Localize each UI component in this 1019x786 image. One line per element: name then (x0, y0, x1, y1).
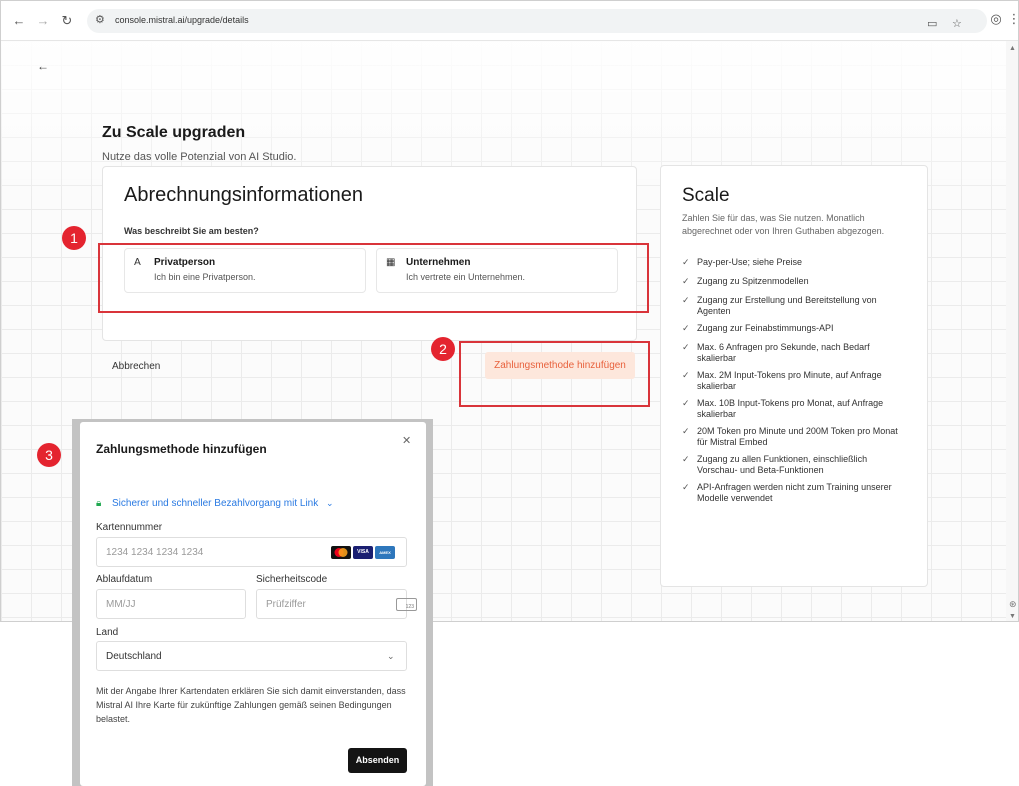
url-text: console.mistral.ai/upgrade/details (115, 15, 249, 25)
billing-question: Was beschreibt Sie am besten? (124, 226, 259, 236)
check-icon: ✓ (682, 295, 690, 305)
page-scrollbar[interactable] (1006, 41, 1018, 621)
feature-item: ✓ Max. 10B Input-Tokens pro Monat, auf An… (682, 398, 910, 420)
check-icon: ✓ (682, 342, 690, 352)
feature-text: Max. 2M Input-Tokens pro Minute, auf Anf… (697, 370, 882, 391)
feature-text: Zugang zu allen Funktionen, einschließli… (697, 454, 868, 475)
visa-icon: VISA (353, 546, 373, 559)
link-checkout-label[interactable]: Sicherer und schneller Bezahlvorgang mit… (112, 498, 318, 509)
submit-button[interactable]: Absenden (348, 748, 407, 773)
scroll-down-icon[interactable]: ▼ (1009, 613, 1016, 620)
consent-text: Mit der Angabe Ihrer Kartendaten erkläre… (96, 686, 406, 724)
feature-text: API-Anfragen werden nicht zum Training u… (697, 482, 892, 503)
expiry-placeholder: MM/JJ (106, 599, 136, 610)
modal-title: Zahlungsmethode hinzufügen (96, 442, 267, 456)
check-icon: ✓ (682, 482, 690, 492)
check-icon: ✓ (682, 454, 690, 464)
feature-text: Zugang zu Spitzenmodellen (697, 276, 809, 286)
help-icon[interactable]: ⊛ (1009, 599, 1017, 610)
feature-text: Max. 6 Anfragen pro Sekunde, nach Bedarf… (697, 342, 870, 363)
scroll-up-icon[interactable]: ▲ (1009, 45, 1016, 52)
annotation-badge-1: 1 (62, 226, 86, 250)
feature-text: Zugang zur Erstellung und Bereitstellung… (697, 295, 877, 316)
check-icon: ✓ (682, 257, 690, 267)
page-back-arrow-icon[interactable]: ← (37, 59, 49, 73)
check-icon: ✓ (682, 323, 690, 333)
feature-item: ✓ API-Anfragen werden nicht zum Training … (682, 482, 910, 504)
feature-item: ✓ Zugang zu Spitzenmodellen (682, 276, 910, 287)
feature-text: Zugang zur Feinabstimmungs-API (697, 323, 834, 333)
scale-description: Zahlen Sie für das, was Sie nutzen. Mona… (682, 213, 885, 236)
feature-item: ✓ Max. 6 Anfragen pro Sekunde, nach Bedar… (682, 342, 910, 364)
billing-title: Abrechnungsinformationen (124, 184, 364, 206)
scale-title: Scale (682, 185, 730, 206)
cvc-card-icon: 123 (396, 598, 417, 611)
check-icon: ✓ (682, 370, 690, 380)
menu-dots-icon[interactable]: ⋮ (1006, 11, 1019, 27)
card-number-placeholder: 1234 1234 1234 1234 (106, 547, 204, 558)
browser-toolbar: ← → ↻ ⚙ console.mistral.ai/upgrade/detai… (1, 1, 1019, 41)
cvc-label: Sicherheitscode (256, 574, 328, 585)
mastercard-icon (331, 546, 351, 559)
chevron-down-icon[interactable]: ⌄ (326, 498, 334, 509)
card-number-field[interactable]: 1234 1234 1234 1234 VISA AMEX (96, 537, 407, 567)
forward-arrow-icon[interactable]: → (35, 13, 51, 29)
reload-icon[interactable]: ↻ (59, 13, 75, 29)
feature-item: ✓ Zugang zur Erstellung und Bereitstellun… (682, 295, 910, 317)
scale-plan-card: Scale Zahlen Sie für das, was Sie nutzen… (660, 165, 928, 587)
feature-item: ✓ Max. 2M Input-Tokens pro Minute, auf An… (682, 370, 910, 392)
country-label: Land (96, 627, 119, 638)
card-number-label: Kartennummer (96, 522, 163, 533)
chevron-down-icon: ⌄ (387, 651, 395, 661)
feature-item: ✓ Zugang zur Feinabstimmungs-API (682, 323, 910, 334)
feature-text: Max. 10B Input-Tokens pro Monat, auf Anf… (697, 398, 884, 419)
cvc-field[interactable]: Prüfziffer 123 (256, 589, 417, 619)
bookmark-star-icon[interactable]: ☆ (952, 17, 962, 30)
feature-text: 20M Token pro Minute und 200M Token pro … (697, 426, 898, 447)
payment-modal: Zahlungsmethode hinzufügen ✕ 🔒︎ Sicherer… (80, 422, 426, 786)
back-arrow-icon[interactable]: ← (11, 13, 27, 29)
profile-icon[interactable]: ◎ (988, 11, 1004, 27)
annotation-rect-2 (459, 341, 650, 407)
annotation-badge-3: 3 (37, 443, 61, 467)
check-icon: ✓ (682, 276, 690, 286)
expiry-field[interactable]: MM/JJ (96, 589, 246, 619)
check-icon: ✓ (682, 398, 690, 408)
check-icon: ✓ (682, 426, 690, 436)
annotation-rect-1 (98, 243, 649, 313)
expiry-label: Ablaufdatum (96, 574, 153, 585)
amex-icon: AMEX (375, 546, 395, 559)
annotation-badge-2: 2 (431, 337, 455, 361)
page-title: Zu Scale upgraden (102, 124, 246, 141)
feature-item: ✓ 20M Token pro Minute und 200M Token pro… (682, 426, 910, 448)
cancel-button[interactable]: Abbrechen (112, 361, 160, 372)
feature-text: Pay-per-Use; siehe Preise (697, 257, 803, 267)
lock-icon: 🔒︎ (96, 498, 102, 509)
country-value: Deutschland (106, 651, 162, 662)
country-select[interactable]: Deutschland ⌄ (96, 641, 407, 671)
address-bar[interactable]: ⚙ console.mistral.ai/upgrade/details ▭ ☆ (87, 9, 987, 33)
feature-item: ✓ Pay-per-Use; siehe Preise (682, 257, 910, 268)
page-subtitle: Nutze das volle Potenzial von AI Studio. (102, 151, 297, 163)
site-settings-icon[interactable]: ⚙ (95, 13, 105, 26)
cvc-placeholder: Prüfziffer (266, 599, 306, 610)
cast-icon[interactable]: ▭ (927, 17, 937, 30)
close-icon[interactable]: ✕ (402, 434, 411, 447)
feature-item: ✓ Zugang zu allen Funktionen, einschließl… (682, 454, 910, 476)
